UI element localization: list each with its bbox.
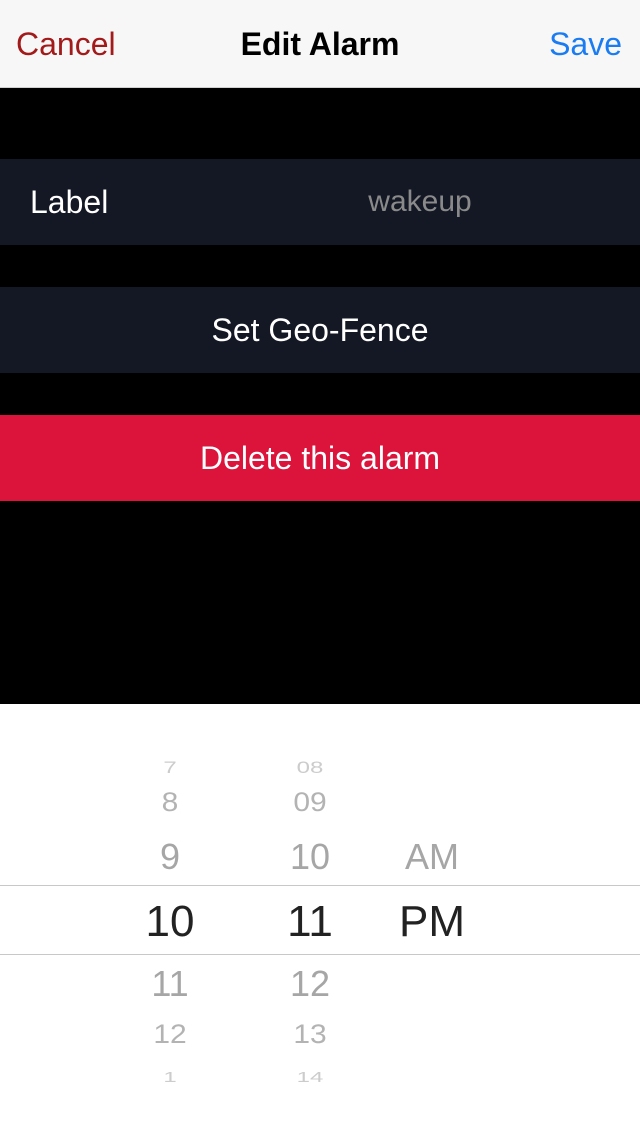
picker-selection-bottom-line xyxy=(0,954,640,955)
hour-option[interactable]: 11 xyxy=(151,966,188,1002)
minute-option[interactable]: 09 xyxy=(293,789,326,816)
minute-selected[interactable]: 11 xyxy=(287,900,333,944)
hour-option[interactable]: 9 xyxy=(160,839,180,875)
save-button[interactable]: Save xyxy=(549,0,622,88)
ampm-option[interactable]: AM xyxy=(405,839,459,875)
hour-option[interactable]: 7 xyxy=(163,759,176,777)
minute-option[interactable]: 10 xyxy=(290,839,330,875)
set-geo-fence-button[interactable]: Set Geo-Fence xyxy=(0,287,640,373)
minute-option[interactable]: 08 xyxy=(297,759,324,777)
hour-option[interactable]: 1 xyxy=(163,1071,176,1085)
minute-option[interactable]: 14 xyxy=(297,1071,324,1085)
set-geo-fence-label: Set Geo-Fence xyxy=(211,312,429,348)
hour-selected[interactable]: 10 xyxy=(146,900,195,944)
picker-selection-top-line xyxy=(0,885,640,886)
edit-alarm-screen: Cancel Edit Alarm Save Label Set Geo-Fen… xyxy=(0,0,640,1136)
page-title: Edit Alarm xyxy=(240,26,400,62)
label-row: Label xyxy=(0,159,640,245)
navigation-bar: Cancel Edit Alarm Save xyxy=(0,0,640,88)
time-picker: 7 8 9 10 11 12 1 08 09 10 11 12 13 14 AM… xyxy=(0,704,640,1136)
label-title: Label xyxy=(30,184,109,220)
hour-option[interactable]: 12 xyxy=(153,1021,186,1048)
hour-option[interactable]: 8 xyxy=(162,789,179,816)
label-input[interactable] xyxy=(200,177,640,227)
minute-option[interactable]: 12 xyxy=(290,966,330,1002)
ampm-selected[interactable]: PM xyxy=(399,900,465,944)
delete-alarm-label: Delete this alarm xyxy=(199,440,441,476)
minute-option[interactable]: 13 xyxy=(293,1021,326,1048)
delete-alarm-button[interactable]: Delete this alarm xyxy=(0,415,640,501)
